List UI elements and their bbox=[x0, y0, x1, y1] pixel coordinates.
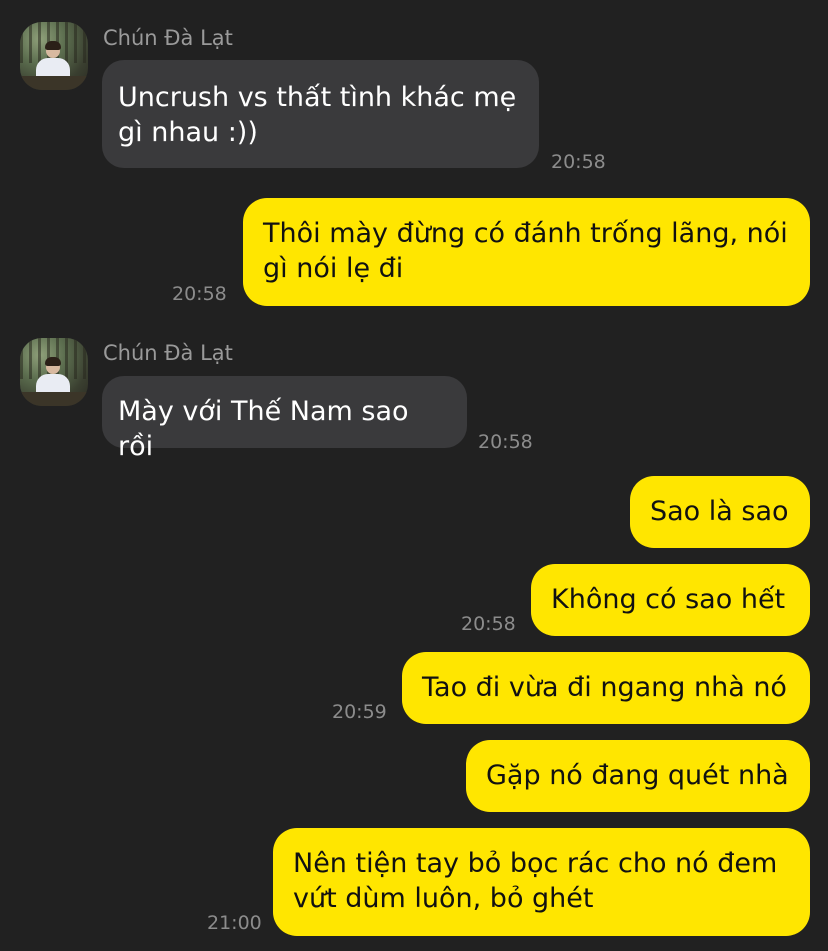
message-time: 21:00 bbox=[207, 912, 262, 934]
contact-avatar[interactable] bbox=[20, 338, 88, 406]
message-bubble-outgoing[interactable]: Không có sao hết bbox=[531, 564, 810, 636]
message-time: 20:58 bbox=[551, 151, 606, 173]
contact-avatar[interactable] bbox=[20, 22, 88, 90]
message-bubble-outgoing[interactable]: Sao là sao bbox=[630, 476, 810, 548]
avatar-ground bbox=[20, 392, 88, 406]
message-bubble-outgoing[interactable]: Tao đi vừa đi ngang nhà nó bbox=[402, 652, 810, 724]
message-bubble-outgoing[interactable]: Thôi mày đừng có đánh trống lãng, nói gì… bbox=[243, 198, 810, 306]
sender-name: Chún Đà Lạt bbox=[103, 26, 233, 50]
message-bubble-incoming[interactable]: Uncrush vs thất tình khác mẹ gì nhau :)) bbox=[102, 60, 539, 168]
message-bubble-incoming[interactable]: Mày với Thế Nam sao rồi bbox=[102, 376, 467, 462]
avatar-ground bbox=[20, 76, 88, 90]
message-time: 20:59 bbox=[332, 701, 387, 723]
message-bubble-outgoing[interactable]: Nên tiện tay bỏ bọc rác cho nó đem vứt d… bbox=[273, 828, 810, 936]
message-bubble-outgoing[interactable]: Gặp nó đang quét nhà bbox=[466, 740, 810, 812]
message-time: 20:58 bbox=[478, 431, 533, 453]
avatar-hair bbox=[45, 357, 61, 366]
message-time: 20:58 bbox=[172, 283, 227, 305]
avatar-hair bbox=[45, 41, 61, 50]
sender-name: Chún Đà Lạt bbox=[103, 341, 233, 365]
message-time: 20:58 bbox=[461, 613, 516, 635]
